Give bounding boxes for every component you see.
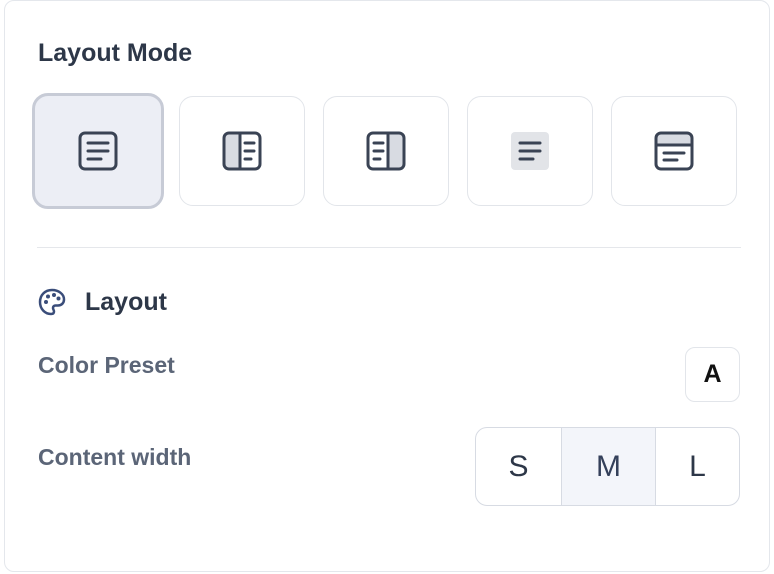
layout-mode-header-bar-button[interactable] <box>611 96 737 206</box>
content-width-label: Content width <box>38 444 192 470</box>
color-preset-label: Color Preset <box>38 352 175 378</box>
document-lines-icon <box>78 131 118 171</box>
layout-mode-default-button[interactable] <box>32 93 164 209</box>
layout-mode-options <box>32 93 737 209</box>
layout-settings-panel: Layout Mode Layout Color Preset A Conten… <box>4 0 770 572</box>
layout-mode-boxed-button[interactable] <box>467 96 593 206</box>
section-divider <box>37 247 741 248</box>
header-bar-icon <box>654 131 694 171</box>
content-width-option-m[interactable]: M <box>562 428 656 505</box>
content-width-option-l[interactable]: L <box>656 428 739 505</box>
layout-section-heading: Layout <box>37 287 167 317</box>
color-preset-button[interactable]: A <box>685 347 740 402</box>
layout-mode-right-sidebar-button[interactable] <box>323 96 449 206</box>
layout-section-title: Layout <box>85 287 167 316</box>
sidebar-right-icon <box>366 131 406 171</box>
layout-mode-left-sidebar-button[interactable] <box>179 96 305 206</box>
content-width-toggle: S M L <box>475 427 740 506</box>
content-width-option-s[interactable]: S <box>476 428 562 505</box>
palette-icon <box>38 288 66 316</box>
layout-mode-title: Layout Mode <box>38 39 193 67</box>
boxed-lines-icon <box>511 132 549 170</box>
sidebar-left-icon <box>222 131 262 171</box>
